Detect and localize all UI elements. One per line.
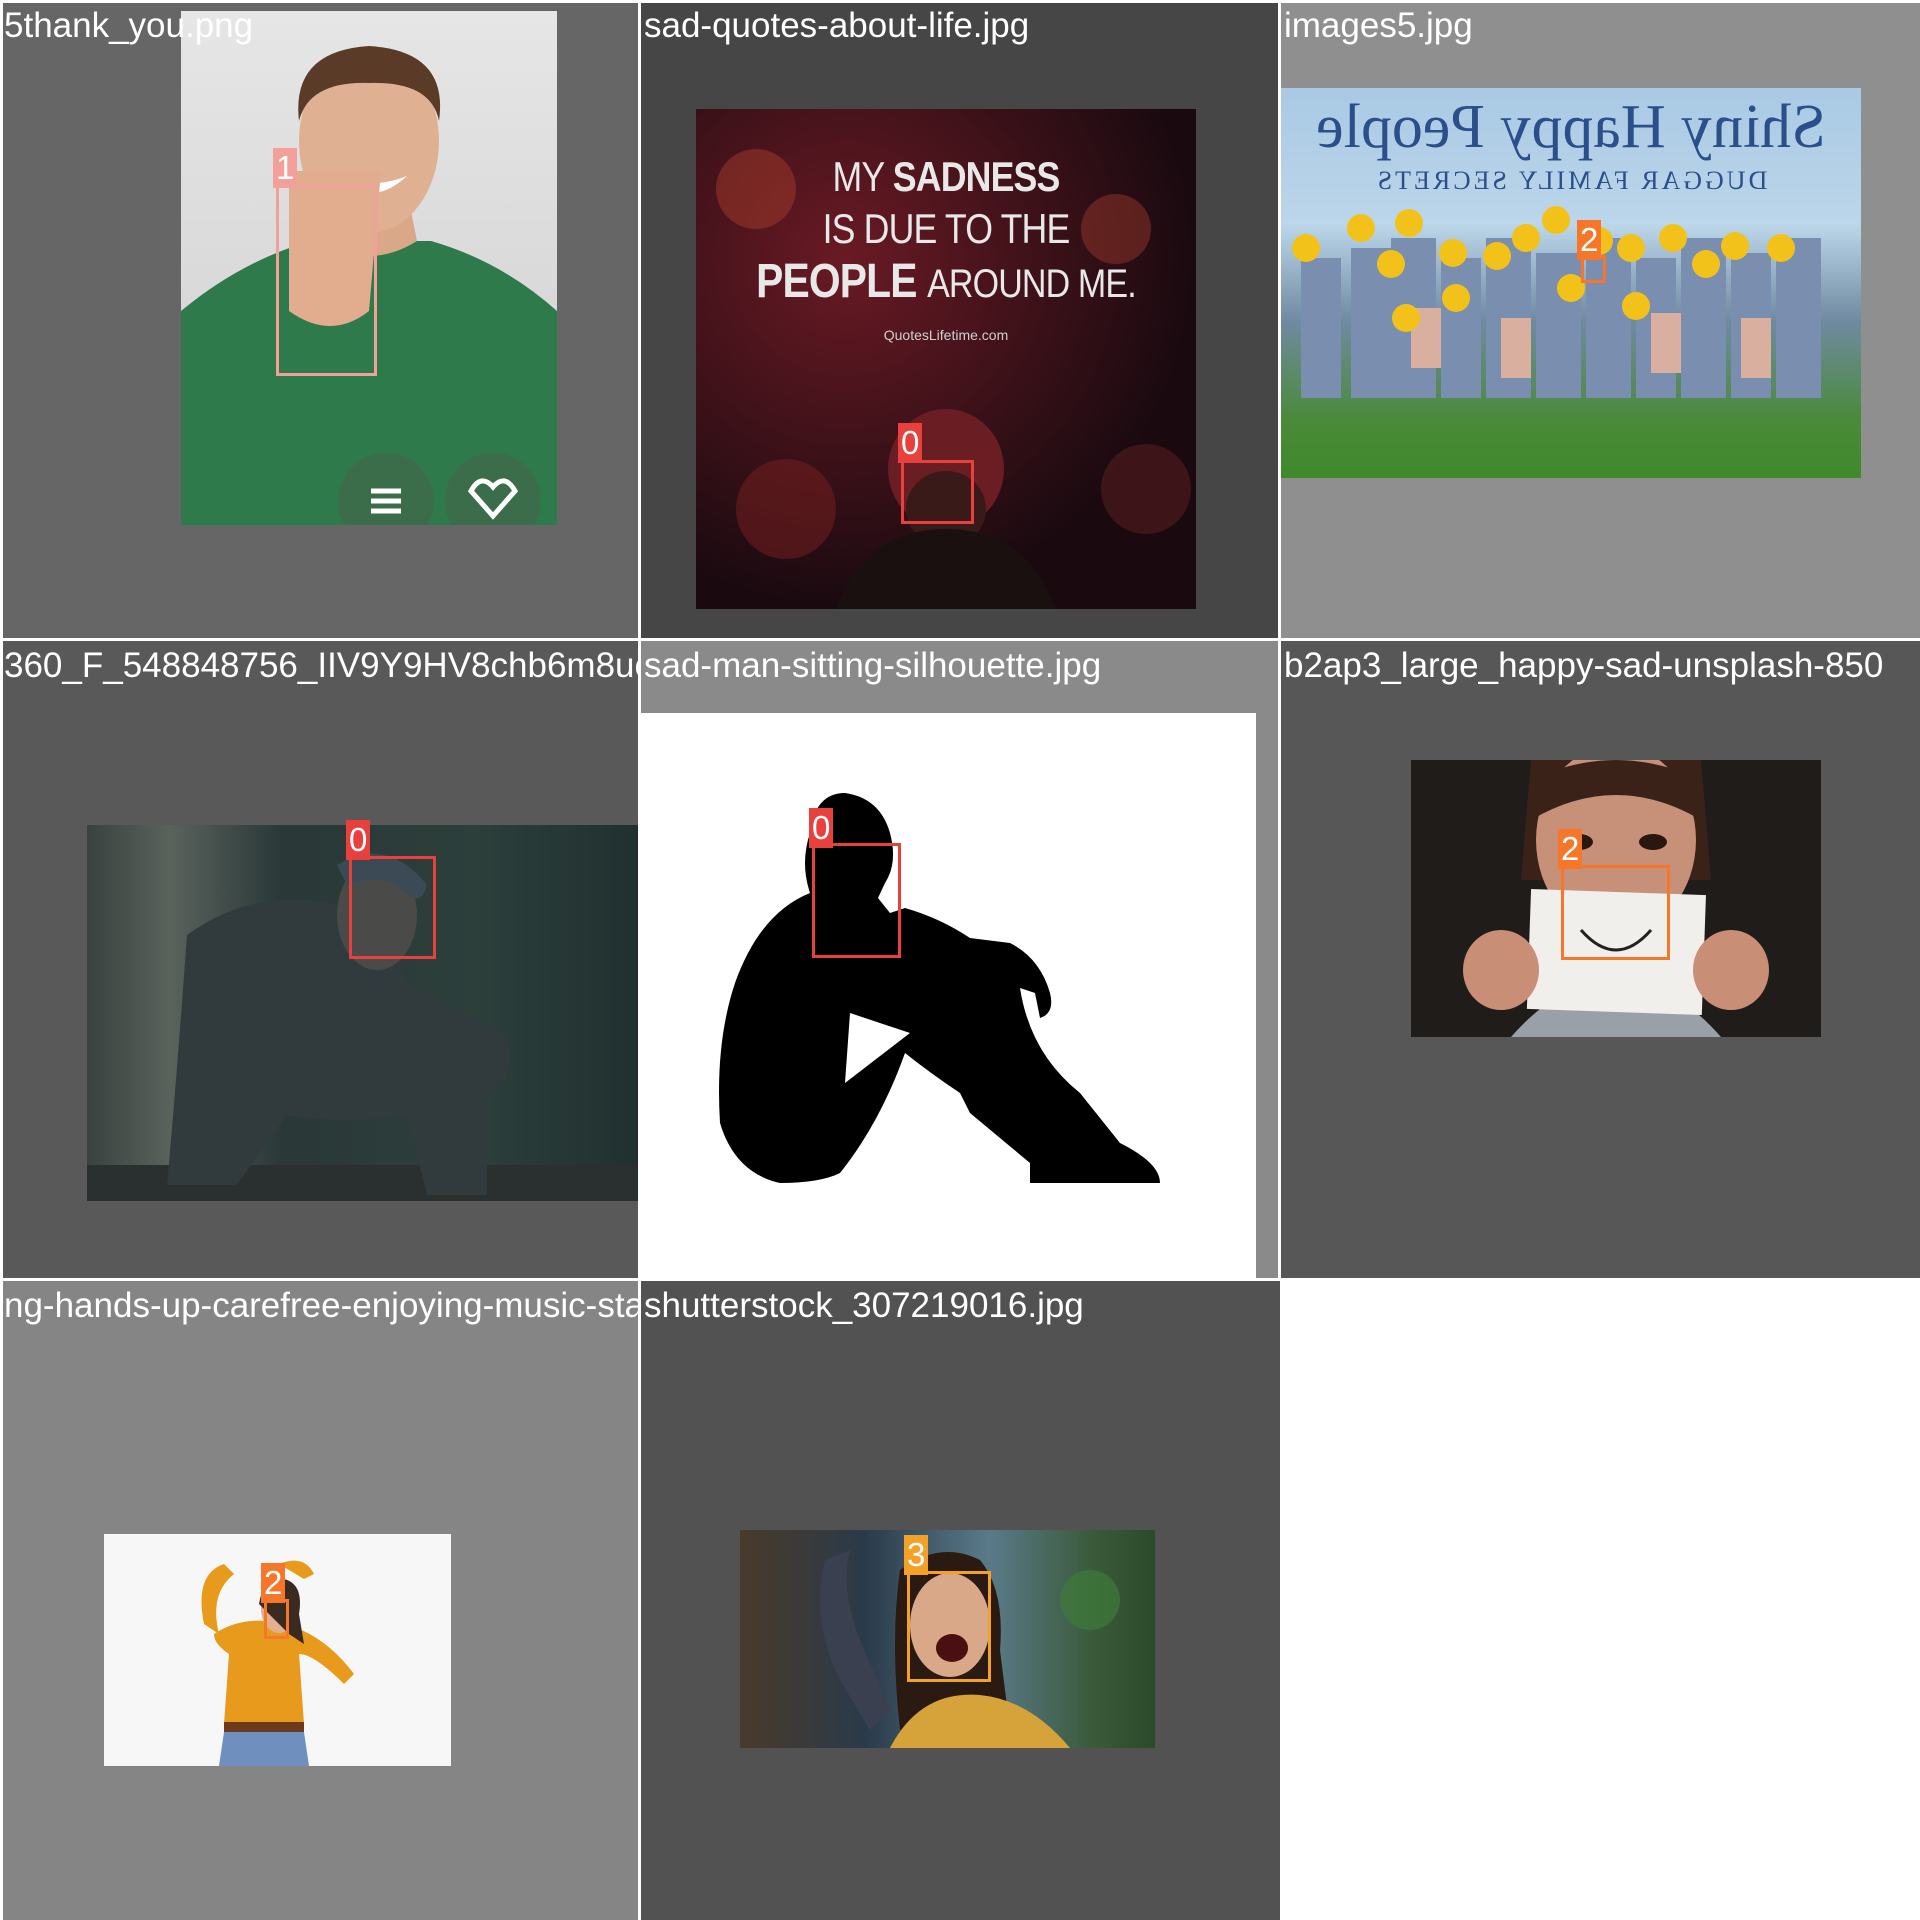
detection-label: 2: [1577, 220, 1602, 260]
detection-label: 1: [273, 148, 298, 188]
poster-word: SADNESS: [892, 153, 1061, 200]
poster-word: MY: [832, 153, 885, 200]
poster-word: PEOPLE: [756, 255, 917, 308]
grid-tile-6: 2 b2ap3_large_happy-sad-unsplash-850: [1280, 640, 1920, 1280]
grid-divider: [0, 1278, 1920, 1281]
grid-tile-3: Shiny Happy People DUGGAR FAMILY SECRETS: [1280, 0, 1920, 640]
poster-source: QuotesLifetime.com: [883, 327, 1009, 343]
grid-tile-1: 1 5thank_you.png: [0, 0, 640, 640]
detection-box: [264, 1599, 289, 1639]
poster-line: IS DUE TO THE: [822, 205, 1071, 252]
detection-box: [907, 1571, 991, 1682]
grid-tile-2: MY SADNESS IS DUE TO THE PEOPLE AROUND M…: [640, 0, 1280, 640]
tile-filename: shutterstock_307219016.jpg: [644, 1286, 1084, 1325]
detection-label: 3: [904, 1535, 929, 1575]
grid-tile-5: 0 sad-man-sitting-silhouette.jpg: [640, 640, 1280, 1280]
grid-tile-8: 3 shutterstock_307219016.jpg: [640, 1280, 1280, 1920]
detection-label: 0: [898, 423, 923, 463]
detection-label: 2: [1558, 829, 1583, 869]
detection-box: [812, 843, 901, 958]
tile-filename: images5.jpg: [1284, 6, 1473, 45]
grid-tile-7: 2 ng-hands-up-carefree-enjoying-music-st…: [0, 1280, 640, 1920]
tile-filename: 360_F_548848756_IIV9Y9HV8chb6m8uc3PBanYR: [4, 646, 640, 685]
detection-label: 0: [809, 808, 834, 848]
detection-box: [1561, 865, 1670, 960]
grid-tile-4: 0 360_F_548848756_IIV9Y9HV8chb6m8uc3PBan…: [0, 640, 640, 1280]
poster-word: AROUND ME.: [927, 262, 1137, 306]
detection-label: 0: [346, 820, 371, 860]
tile-filename: ng-hands-up-carefree-enjoying-music-star…: [4, 1286, 640, 1325]
detection-box: [276, 185, 377, 376]
detection-box: [901, 460, 974, 524]
tile-filename: sad-quotes-about-life.jpg: [644, 6, 1030, 45]
tile-filename: b2ap3_large_happy-sad-unsplash-850: [1284, 646, 1884, 685]
thumbnail-image: Shiny Happy People DUGGAR FAMILY SECRETS: [1281, 88, 1861, 478]
detection-box: [349, 856, 436, 959]
thumbnail-image: MY SADNESS IS DUE TO THE PEOPLE AROUND M…: [696, 109, 1196, 609]
grid-divider: [0, 0, 3, 1920]
grid-divider: [0, 0, 1920, 3]
grid-divider: [0, 638, 1920, 641]
tile-filename: 5thank_you.png: [4, 6, 254, 45]
poster-quote: MY SADNESS IS DUE TO THE PEOPLE AROUND M…: [696, 151, 1196, 343]
grid-divider: [638, 0, 641, 1920]
thumbnail-image: [640, 713, 1256, 1280]
tile-filename: sad-man-sitting-silhouette.jpg: [644, 646, 1102, 685]
detection-label: 2: [261, 1563, 286, 1603]
